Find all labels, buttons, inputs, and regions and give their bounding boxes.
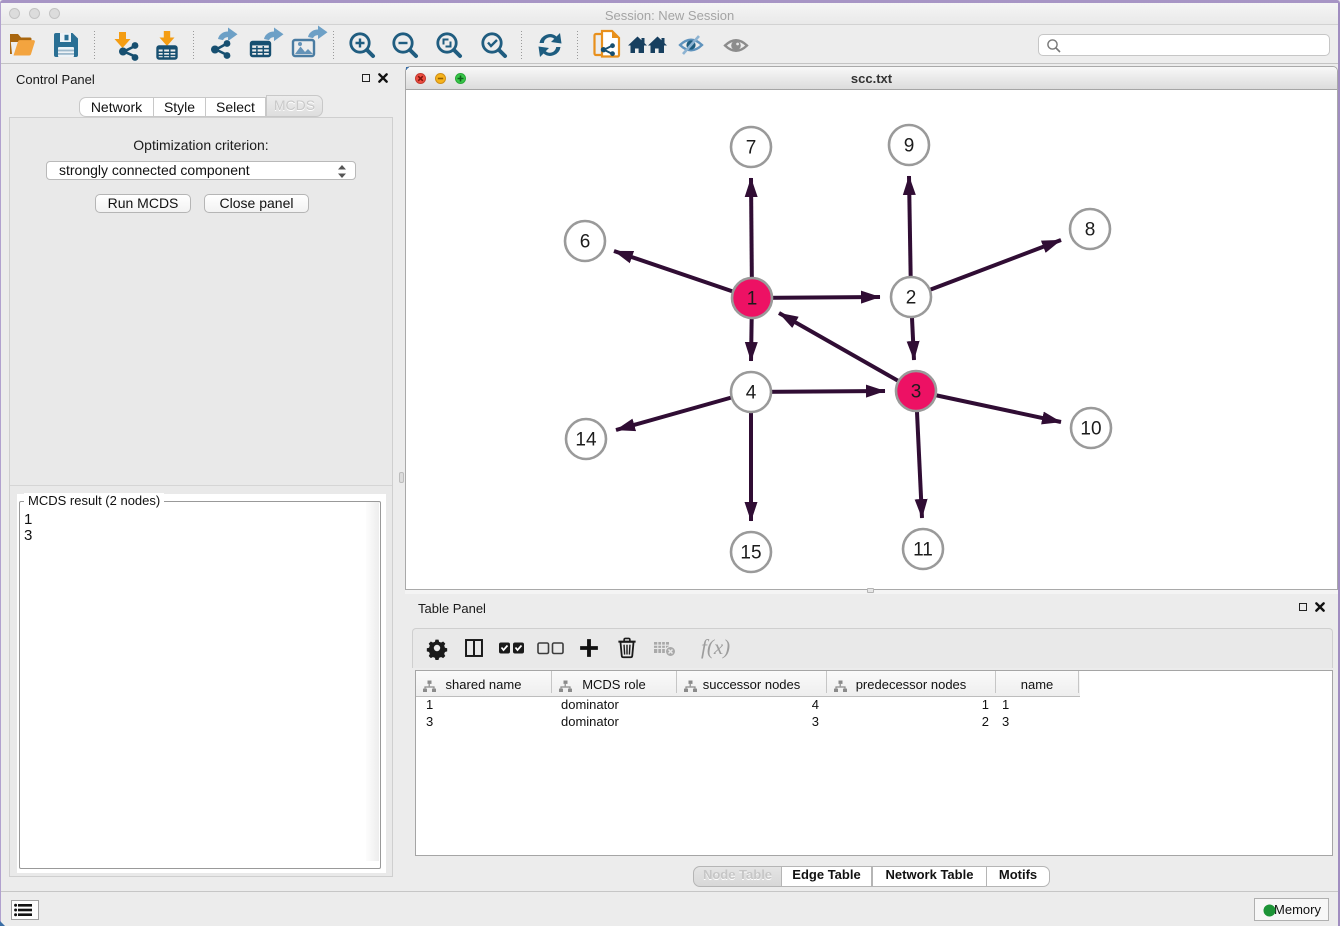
- svg-text:f(x): f(x): [701, 635, 730, 659]
- svg-text:2: 2: [906, 288, 917, 309]
- svg-text:15: 15: [740, 543, 761, 564]
- svg-text:1: 1: [747, 289, 758, 310]
- svg-text:6: 6: [580, 232, 591, 253]
- svg-text:7: 7: [746, 138, 757, 159]
- svg-text:14: 14: [575, 430, 597, 451]
- svg-text:11: 11: [913, 540, 933, 561]
- svg-text:3: 3: [911, 382, 922, 403]
- svg-text:9: 9: [904, 136, 915, 157]
- svg-text:10: 10: [1080, 419, 1101, 440]
- svg-text:4: 4: [746, 383, 757, 404]
- svg-text:8: 8: [1085, 220, 1096, 241]
